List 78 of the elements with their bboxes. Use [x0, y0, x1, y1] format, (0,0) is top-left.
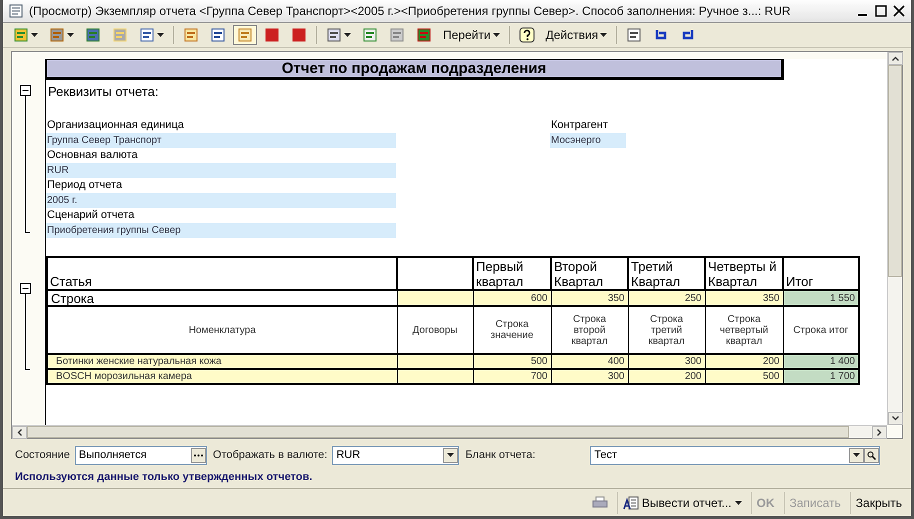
- table-cell: 200: [628, 369, 705, 384]
- caret-icon: [447, 453, 454, 457]
- scroll-left-button[interactable]: [12, 426, 27, 439]
- table-cell: Ботинки женские натуральная кожа: [47, 354, 397, 369]
- collapse-toggle-icon[interactable]: [20, 85, 31, 233]
- field-value: Мосэнерго: [550, 133, 626, 148]
- caret-icon: [492, 33, 500, 37]
- section-heading: Реквизиты отчета:: [47, 83, 160, 101]
- table-cell: 600: [473, 290, 551, 306]
- column-header: Статья: [47, 257, 397, 290]
- field-label: Период отчета: [46, 178, 124, 193]
- caret-icon: [853, 453, 860, 457]
- caret-icon: [67, 33, 74, 37]
- toolbar-button[interactable]: [233, 25, 257, 45]
- chevron-down-icon: [892, 416, 899, 421]
- table-cell: 250: [628, 290, 705, 306]
- table-cell: 1 400: [783, 354, 859, 369]
- table-cell: 300: [551, 369, 628, 384]
- search-button[interactable]: [864, 448, 880, 462]
- dropdown-field[interactable]: RUR: [332, 446, 460, 464]
- dropdown-field[interactable]: Тест: [590, 446, 880, 464]
- choose-button[interactable]: [190, 448, 206, 462]
- caret-icon: [344, 33, 351, 37]
- table-cell: 200: [705, 354, 783, 369]
- menu-button[interactable]: Действия: [542, 25, 612, 45]
- field-value: RUR: [46, 163, 396, 178]
- table-cell: 300: [628, 354, 705, 369]
- window-icon: [9, 4, 23, 18]
- filter-label: Состояние: [15, 449, 70, 461]
- filter-label: Бланк отчета:: [465, 449, 536, 461]
- search-icon: [867, 450, 876, 460]
- table-cell: 350: [705, 290, 783, 306]
- caret-icon: [31, 33, 38, 37]
- group-cell: Строка: [47, 290, 397, 306]
- scroll-right-button[interactable]: [872, 426, 887, 439]
- vertical-scrollbar[interactable]: [887, 52, 902, 425]
- dropdown-button[interactable]: [443, 448, 458, 462]
- field-value: Приобретения группы Север: [46, 223, 396, 238]
- caret-icon: [734, 500, 742, 504]
- menu-button[interactable]: Перейти: [439, 25, 504, 45]
- info-note: Используются данные только утвержденных отчетов.: [14, 470, 314, 485]
- chevron-up-icon: [892, 56, 899, 61]
- scroll-up-button[interactable]: [888, 52, 903, 65]
- field-label: Основная валюта: [46, 148, 139, 163]
- table-cell: 500: [705, 369, 783, 384]
- chevron-right-icon: [877, 429, 882, 436]
- window-title: (Просмотр) Экземпляр отчета <Группа Север Транспорт><2005 г.><Приобретения группы Север>. Способ заполнения: Ручное з...: RUR: [29, 4, 792, 18]
- scroll-down-button[interactable]: [888, 412, 903, 425]
- table-cell: 1 550: [783, 290, 859, 306]
- output-menu-button[interactable]: Вывести отчет...: [616, 492, 746, 514]
- field-label: Сценарий отчета: [46, 208, 136, 223]
- field-label: Организационная единица: [46, 118, 185, 133]
- table-cell: 500: [473, 354, 551, 369]
- maximize-icon[interactable]: [875, 5, 887, 17]
- filter-label: Отображать в валюте:: [212, 449, 328, 461]
- help-icon: [518, 27, 535, 43]
- field-label: Контрагент: [550, 118, 609, 133]
- caret-icon: [600, 33, 608, 37]
- report-title: Отчет по продажам подразделения: [46, 59, 784, 80]
- collapse-toggle-icon[interactable]: [20, 283, 31, 370]
- report-icon: [622, 494, 639, 510]
- document-icon: [626, 27, 642, 43]
- dropdown-button[interactable]: [849, 448, 864, 462]
- field-value: Группа Север Транспорт: [46, 133, 396, 148]
- printer-icon: [592, 496, 608, 510]
- chevron-left-icon: [17, 429, 22, 436]
- field-value: 2005 г.: [46, 193, 396, 208]
- caret-icon: [157, 33, 164, 37]
- ellipsis-icon: [194, 454, 203, 456]
- footer-button[interactable]: Закрыть: [850, 492, 907, 514]
- table-cell: 1 700: [783, 369, 859, 384]
- table-cell: 400: [551, 354, 628, 369]
- table-cell: 350: [551, 290, 628, 306]
- choice-field[interactable]: Выполняется: [74, 446, 207, 464]
- table-cell: BOSCH морозильная камера: [47, 369, 397, 384]
- scroll-thumb[interactable]: [888, 65, 902, 277]
- table-cell: 700: [473, 369, 551, 384]
- close-icon[interactable]: [893, 5, 905, 17]
